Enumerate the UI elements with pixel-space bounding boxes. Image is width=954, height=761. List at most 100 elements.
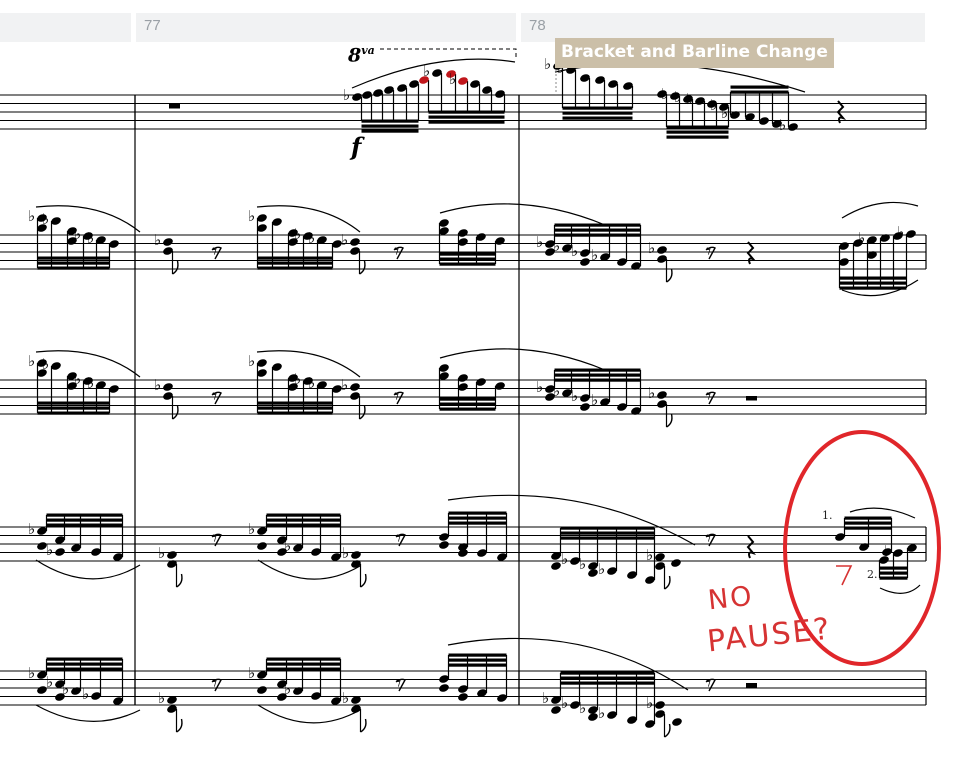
note-flag bbox=[664, 575, 671, 590]
notehead: ♭ bbox=[598, 704, 617, 722]
eighth-rest: 𝄾 bbox=[706, 526, 711, 550]
eighth-rest: 𝄾 bbox=[396, 526, 401, 550]
notehead: ♭ bbox=[571, 242, 590, 260]
notehead bbox=[580, 258, 590, 266]
svg-text:♭: ♭ bbox=[571, 387, 578, 405]
eighth-rest: 𝄾 bbox=[706, 384, 711, 408]
eighth-rest: 𝄾 bbox=[212, 239, 217, 263]
notehead: ♭ bbox=[154, 376, 173, 394]
notehead bbox=[257, 686, 267, 694]
svg-text:♭: ♭ bbox=[591, 391, 598, 409]
note-flag bbox=[359, 260, 366, 275]
svg-text:♭: ♭ bbox=[449, 70, 456, 88]
svg-text:♭: ♭ bbox=[544, 55, 551, 73]
note-flag bbox=[360, 718, 367, 733]
svg-text:♭: ♭ bbox=[648, 384, 655, 402]
eighth-rest: 𝄾 bbox=[706, 239, 711, 263]
slur bbox=[439, 203, 606, 226]
svg-text:♭: ♭ bbox=[591, 246, 598, 264]
svg-text:♭: ♭ bbox=[536, 378, 543, 396]
notehead: ♭ bbox=[648, 239, 667, 257]
notehead: ♭ bbox=[342, 689, 361, 707]
ottava-marking: 8va bbox=[348, 44, 375, 66]
notehead: ♭ bbox=[686, 90, 705, 108]
notehead: ♭ bbox=[591, 391, 610, 409]
svg-text:♭: ♭ bbox=[82, 685, 89, 703]
svg-text:♭: ♭ bbox=[648, 239, 655, 257]
svg-text:♭: ♭ bbox=[721, 104, 728, 122]
note-flag bbox=[359, 405, 366, 420]
svg-text:♭: ♭ bbox=[884, 542, 891, 560]
notehead: ♭ bbox=[598, 560, 617, 578]
chord-group-staff4 bbox=[447, 511, 508, 557]
svg-text:♭: ♭ bbox=[561, 550, 568, 568]
svg-text:♭: ♭ bbox=[28, 664, 35, 682]
svg-text:♭: ♭ bbox=[154, 231, 161, 249]
eighth-rest: 𝄾 bbox=[212, 526, 217, 550]
svg-text:♭: ♭ bbox=[158, 689, 165, 707]
notehead: ♭ bbox=[284, 680, 303, 698]
eighth-rest: 𝄾 bbox=[706, 671, 711, 695]
notehead bbox=[672, 718, 682, 726]
svg-text:♭: ♭ bbox=[342, 544, 349, 562]
svg-text:♭: ♭ bbox=[598, 560, 605, 578]
notehead bbox=[458, 693, 468, 701]
svg-text:♭: ♭ bbox=[87, 374, 94, 392]
svg-text:♭: ♭ bbox=[779, 116, 786, 134]
eighth-rest: 𝄾 bbox=[394, 384, 399, 408]
svg-text:♭: ♭ bbox=[28, 520, 35, 538]
notehead: ♭ bbox=[449, 70, 468, 88]
half-rest bbox=[746, 683, 757, 688]
svg-text:♭: ♭ bbox=[542, 689, 549, 707]
notehead: ♭ bbox=[158, 689, 177, 707]
svg-text:♭: ♭ bbox=[536, 233, 543, 251]
half-rest bbox=[746, 396, 757, 401]
svg-text:♭: ♭ bbox=[571, 242, 578, 260]
annotation-rest-mark bbox=[836, 565, 853, 586]
dynamic-forte: f bbox=[351, 132, 362, 161]
svg-text:♭: ♭ bbox=[897, 223, 904, 241]
eighth-rest: 𝄾 bbox=[212, 384, 217, 408]
notehead: ♭ bbox=[591, 246, 610, 264]
svg-text:♭: ♭ bbox=[248, 664, 255, 682]
quarter-rest bbox=[746, 535, 757, 559]
svg-text:♭: ♭ bbox=[341, 231, 348, 249]
ottava-base: 8 bbox=[348, 44, 362, 67]
ottava-bracket bbox=[380, 48, 517, 57]
svg-text:♭: ♭ bbox=[598, 704, 605, 722]
notehead bbox=[257, 542, 267, 550]
notehead bbox=[671, 559, 681, 567]
svg-text:♭: ♭ bbox=[28, 207, 35, 225]
svg-text:♭: ♭ bbox=[858, 229, 865, 247]
note-flag bbox=[666, 413, 673, 428]
notehead: ♭ bbox=[542, 689, 561, 707]
svg-text:♭: ♭ bbox=[248, 520, 255, 538]
slur bbox=[257, 704, 361, 724]
notehead: ♭ bbox=[571, 387, 590, 405]
note-flag bbox=[172, 405, 179, 420]
svg-text:♭: ♭ bbox=[248, 207, 255, 225]
slur bbox=[35, 559, 141, 580]
notehead: ♭ bbox=[341, 376, 360, 394]
slur bbox=[439, 348, 606, 371]
svg-text:♭: ♭ bbox=[710, 96, 717, 114]
svg-text:♭: ♭ bbox=[341, 376, 348, 394]
svg-text:♭: ♭ bbox=[342, 689, 349, 707]
slur bbox=[257, 559, 361, 580]
notehead bbox=[439, 541, 449, 549]
notehead: ♭ bbox=[154, 231, 173, 249]
note-flag bbox=[666, 268, 673, 283]
svg-text:♭: ♭ bbox=[646, 546, 653, 564]
svg-text:♭: ♭ bbox=[154, 376, 161, 394]
svg-text:♭: ♭ bbox=[646, 694, 653, 712]
bracket-barline-change-label[interactable]: Bracket and Barline Change bbox=[555, 38, 834, 68]
svg-text:♭: ♭ bbox=[308, 229, 315, 247]
svg-text:♭: ♭ bbox=[579, 699, 586, 717]
volta-first-label: 1. bbox=[822, 509, 833, 522]
notehead bbox=[439, 684, 449, 692]
svg-text:♭: ♭ bbox=[661, 85, 668, 103]
svg-text:♭: ♭ bbox=[686, 90, 693, 108]
svg-text:♭: ♭ bbox=[46, 673, 53, 691]
note-flag bbox=[172, 260, 179, 275]
svg-text:♭: ♭ bbox=[87, 229, 94, 247]
